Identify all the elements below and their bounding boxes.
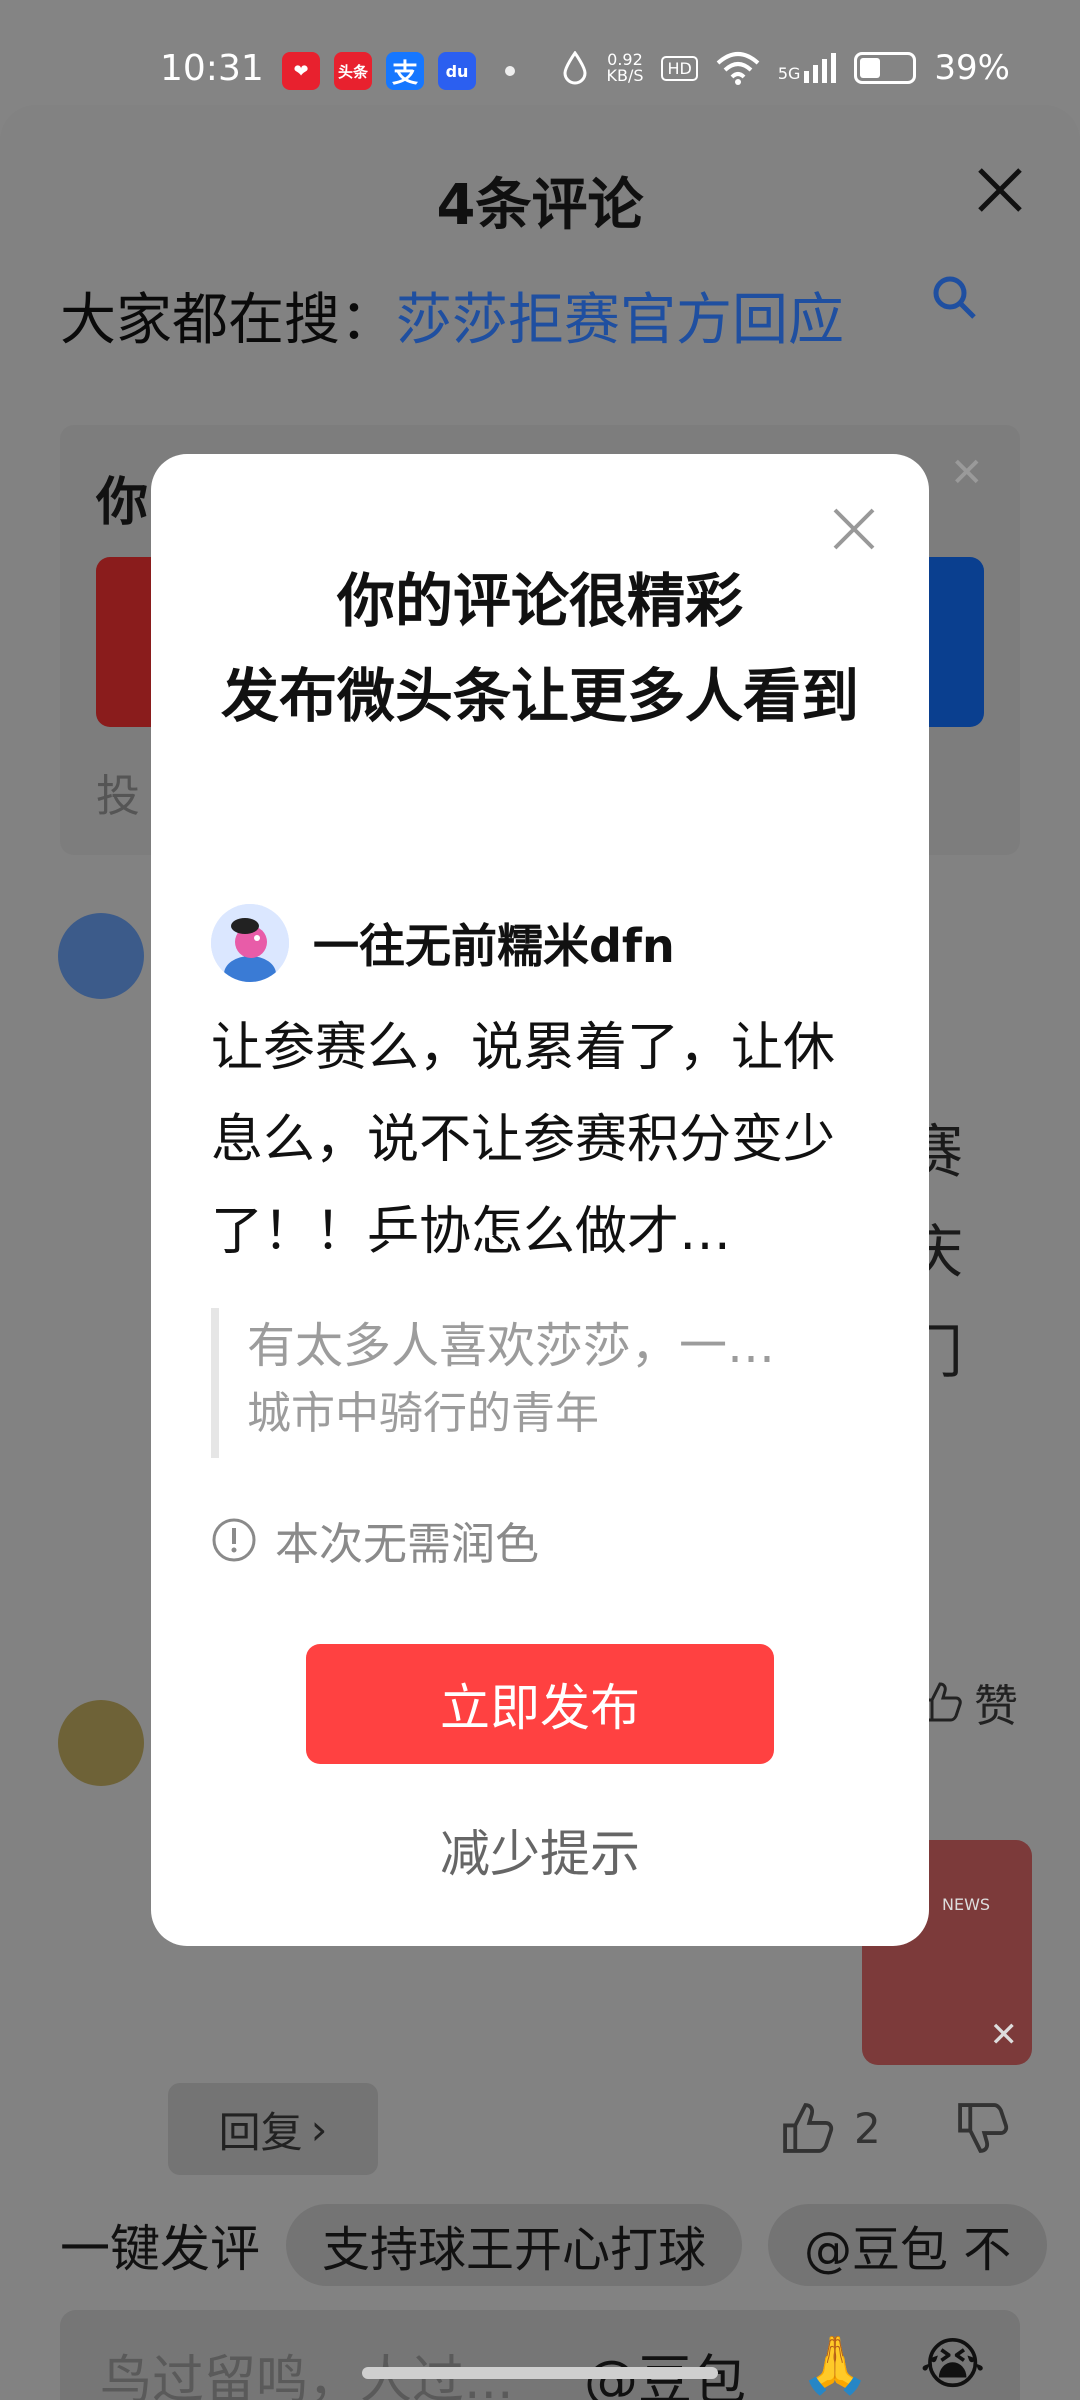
trending-search-row[interactable]: 大家都在搜：莎莎拒赛官方回应 bbox=[60, 275, 844, 356]
thumbs-up-icon bbox=[783, 2103, 834, 2153]
avatar[interactable] bbox=[58, 1700, 144, 1786]
quick-comment-chip[interactable]: @豆包 不 bbox=[768, 2204, 1048, 2286]
quoted-text: 有太多人喜欢莎莎，一… bbox=[247, 1318, 776, 1374]
comment-preview-text: 让参赛么，说累着了，让休息么，说不让参赛积分变少了！！乒协怎么做才… bbox=[211, 1018, 836, 1262]
quick-comment-chip[interactable]: 支持球王开心打球 bbox=[286, 2204, 743, 2286]
wifi-icon bbox=[716, 52, 760, 85]
search-icon[interactable] bbox=[930, 273, 980, 323]
publish-now-button[interactable]: 立即发布 bbox=[306, 1644, 774, 1764]
vote-card-footer: 投 bbox=[96, 771, 140, 822]
baidu-app-icon: du bbox=[438, 52, 476, 90]
quoted-comment: 有太多人喜欢莎莎，一… 城市中骑行的青年 bbox=[211, 1308, 831, 1458]
dialog-title: 你的评论很精彩 发布微头条让更多人看到 bbox=[220, 567, 859, 730]
quick-comment-row: 一键发评 支持球王开心打球 @豆包 不 bbox=[0, 2195, 1080, 2295]
status-bar: 10:31 ❤ 头条 支 du 0.92 KB/S HD 5G 39% bbox=[0, 0, 1080, 105]
status-time: 10:31 bbox=[160, 48, 264, 89]
water-drop-icon bbox=[563, 51, 587, 85]
avatar bbox=[211, 904, 289, 982]
quoted-author: 城市中骑行的青年 bbox=[247, 1388, 599, 1439]
reply-like-button[interactable]: 2 bbox=[780, 2100, 881, 2156]
polish-note: 本次无需润色 bbox=[211, 1508, 539, 1572]
crying-face-emoji-icon[interactable]: 😭 bbox=[920, 2332, 985, 2397]
heart-app-icon: ❤ bbox=[282, 52, 320, 90]
like-button[interactable]: 赞 bbox=[920, 1670, 1018, 1734]
home-indicator[interactable] bbox=[362, 2367, 718, 2379]
trending-search-prefix: 大家都在搜： bbox=[60, 288, 396, 353]
publish-prompt-dialog: 你的评论很精彩 发布微头条让更多人看到 一往无前糯米dfn 让参赛么，说累着了，… bbox=[151, 454, 929, 1946]
trending-search-link[interactable]: 莎莎拒赛官方回应 bbox=[396, 288, 844, 353]
praying-hands-emoji-icon[interactable]: 🙏 bbox=[800, 2332, 870, 2398]
battery-percent: 39% bbox=[934, 48, 1010, 88]
signal-icon: 5G bbox=[778, 53, 837, 83]
like-label: 赞 bbox=[974, 1681, 1018, 1732]
news-card-label: NEWS bbox=[942, 1895, 991, 1914]
polish-note-text: 本次无需润色 bbox=[275, 1519, 539, 1570]
hd-badge: HD bbox=[661, 55, 698, 81]
reply-like-count: 2 bbox=[854, 2103, 881, 2153]
reply-button[interactable]: 回复 › bbox=[168, 2083, 378, 2175]
avatar[interactable] bbox=[58, 913, 144, 999]
network-speed: 0.92 KB/S bbox=[606, 50, 644, 85]
toutiao-app-icon: 头条 bbox=[334, 52, 372, 90]
vote-card-title: 你 bbox=[96, 473, 149, 533]
chevron-right-icon: › bbox=[310, 2104, 328, 2154]
author-name: 一往无前糯米dfn bbox=[313, 919, 675, 973]
close-icon[interactable] bbox=[970, 160, 1030, 220]
alipay-app-icon: 支 bbox=[386, 52, 424, 90]
reply-label: 回复 bbox=[218, 2107, 303, 2157]
sheet-title: 4条评论 bbox=[436, 173, 644, 238]
news-card-close-icon[interactable]: ✕ bbox=[990, 2015, 1019, 2055]
comment-author: 一往无前糯米dfn bbox=[211, 904, 675, 982]
notification-dot-icon bbox=[505, 66, 515, 76]
card-close-icon[interactable]: ✕ bbox=[950, 450, 984, 496]
info-circle-icon bbox=[212, 1518, 256, 1562]
status-app-icons: ❤ 头条 支 du bbox=[282, 52, 476, 90]
thumbs-down-icon[interactable] bbox=[955, 2100, 1011, 2156]
battery-icon bbox=[854, 52, 917, 84]
status-indicators: 0.92 KB/S HD 5G 39% bbox=[562, 48, 1010, 88]
quick-comment-label: 一键发评 bbox=[60, 2220, 260, 2278]
close-icon[interactable] bbox=[829, 504, 879, 554]
comment-input-bar[interactable]: 鸟过留鸣，人过... @豆包 🙏 😭 bbox=[60, 2310, 1020, 2400]
reduce-prompts-button[interactable]: 减少提示 bbox=[151, 1814, 929, 1886]
